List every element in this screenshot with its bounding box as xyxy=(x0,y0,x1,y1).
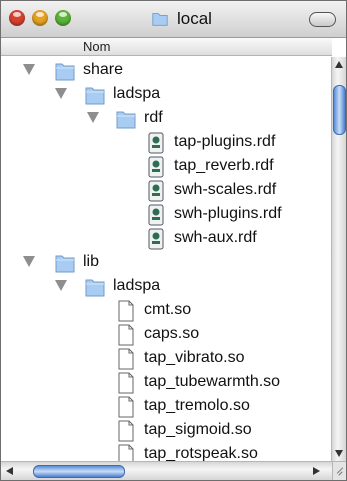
list-item-file[interactable]: swh-aux.rdf xyxy=(1,227,332,251)
column-header-name[interactable]: Nom xyxy=(83,39,110,54)
document-icon xyxy=(118,420,134,442)
scroll-right-arrow-icon[interactable] xyxy=(313,467,320,475)
folder-icon xyxy=(152,13,168,26)
resize-grip-icon[interactable] xyxy=(332,461,346,480)
document-icon xyxy=(118,300,134,322)
file-list: share ladspa rdf tap-plugins.rdf tap_rev… xyxy=(1,57,332,461)
list-item-label: share xyxy=(83,61,124,78)
list-item-label: tap_vibrato.so xyxy=(144,349,245,366)
vertical-scroll-thumb[interactable] xyxy=(333,85,346,135)
document-icon xyxy=(118,396,134,418)
finder-window: local Nom share ladspa rdf tap-plugins.r… xyxy=(0,0,347,481)
scroll-left-arrow-icon[interactable] xyxy=(6,467,13,475)
window-title-area: local xyxy=(151,8,212,30)
list-item-label: tap_rotspeak.so xyxy=(144,445,258,461)
window-title: local xyxy=(177,9,212,28)
list-item-label: caps.so xyxy=(144,325,200,342)
toolbar-toggle-button[interactable] xyxy=(309,12,336,27)
folder-icon xyxy=(116,111,136,129)
list-item-file[interactable]: tap_reverb.rdf xyxy=(1,155,332,179)
disclosure-triangle-icon[interactable] xyxy=(87,112,99,123)
list-item-label: swh-scales.rdf xyxy=(174,181,277,198)
rdf-document-icon xyxy=(148,156,164,178)
list-item-label: tap-plugins.rdf xyxy=(174,133,276,150)
list-item-file[interactable]: swh-plugins.rdf xyxy=(1,203,332,227)
list-item-file[interactable]: tap_tremolo.so xyxy=(1,395,332,419)
document-icon xyxy=(118,324,134,346)
document-icon xyxy=(118,372,134,394)
list-item-label: tap_tremolo.so xyxy=(144,397,250,414)
disclosure-triangle-icon[interactable] xyxy=(23,256,35,267)
rdf-document-icon xyxy=(148,204,164,226)
scroll-down-arrow-icon[interactable] xyxy=(335,450,343,457)
list-item-label: tap_reverb.rdf xyxy=(174,157,274,174)
disclosure-triangle-icon[interactable] xyxy=(23,64,35,75)
list-item-file[interactable]: tap_vibrato.so xyxy=(1,347,332,371)
disclosure-triangle-icon[interactable] xyxy=(55,88,67,99)
disclosure-triangle-icon[interactable] xyxy=(55,280,67,291)
list-item-folder[interactable]: ladspa xyxy=(1,83,332,107)
list-item-file[interactable]: tap-plugins.rdf xyxy=(1,131,332,155)
folder-icon xyxy=(85,279,105,297)
scroll-up-arrow-icon[interactable] xyxy=(335,61,343,68)
vertical-scrollbar[interactable] xyxy=(331,57,346,461)
list-item-file[interactable]: cmt.so xyxy=(1,299,332,323)
rdf-document-icon xyxy=(148,180,164,202)
document-icon xyxy=(118,444,134,461)
column-header[interactable]: Nom xyxy=(1,38,332,56)
list-item-label: rdf xyxy=(144,109,163,126)
list-item-label: ladspa xyxy=(113,277,161,294)
list-item-file[interactable]: caps.so xyxy=(1,323,332,347)
list-item-file[interactable]: tap_sigmoid.so xyxy=(1,419,332,443)
list-item-label: tap_tubewarmth.so xyxy=(144,373,281,390)
rdf-document-icon xyxy=(148,132,164,154)
minimize-button[interactable] xyxy=(32,10,48,26)
list-item-label: ladspa xyxy=(113,85,161,102)
list-item-folder[interactable]: lib xyxy=(1,251,332,275)
list-item-label: lib xyxy=(83,253,100,270)
list-item-file[interactable]: swh-scales.rdf xyxy=(1,179,332,203)
list-item-label: swh-aux.rdf xyxy=(174,229,257,246)
folder-icon xyxy=(85,87,105,105)
list-item-folder[interactable]: rdf xyxy=(1,107,332,131)
list-item-label: swh-plugins.rdf xyxy=(174,205,282,222)
list-item-file[interactable]: tap_rotspeak.so xyxy=(1,443,332,461)
close-button[interactable] xyxy=(9,10,25,26)
list-item-label: tap_sigmoid.so xyxy=(144,421,252,438)
list-item-folder[interactable]: share xyxy=(1,59,332,83)
list-item-file[interactable]: tap_tubewarmth.so xyxy=(1,371,332,395)
title-bar[interactable]: local xyxy=(1,1,346,38)
zoom-button[interactable] xyxy=(55,10,71,26)
list-item-folder[interactable]: ladspa xyxy=(1,275,332,299)
document-icon xyxy=(118,348,134,370)
horizontal-scrollbar[interactable] xyxy=(1,461,332,480)
rdf-document-icon xyxy=(148,228,164,250)
horizontal-scroll-thumb[interactable] xyxy=(33,465,125,478)
folder-icon xyxy=(55,255,75,273)
folder-icon xyxy=(55,63,75,81)
list-item-label: cmt.so xyxy=(144,301,192,318)
